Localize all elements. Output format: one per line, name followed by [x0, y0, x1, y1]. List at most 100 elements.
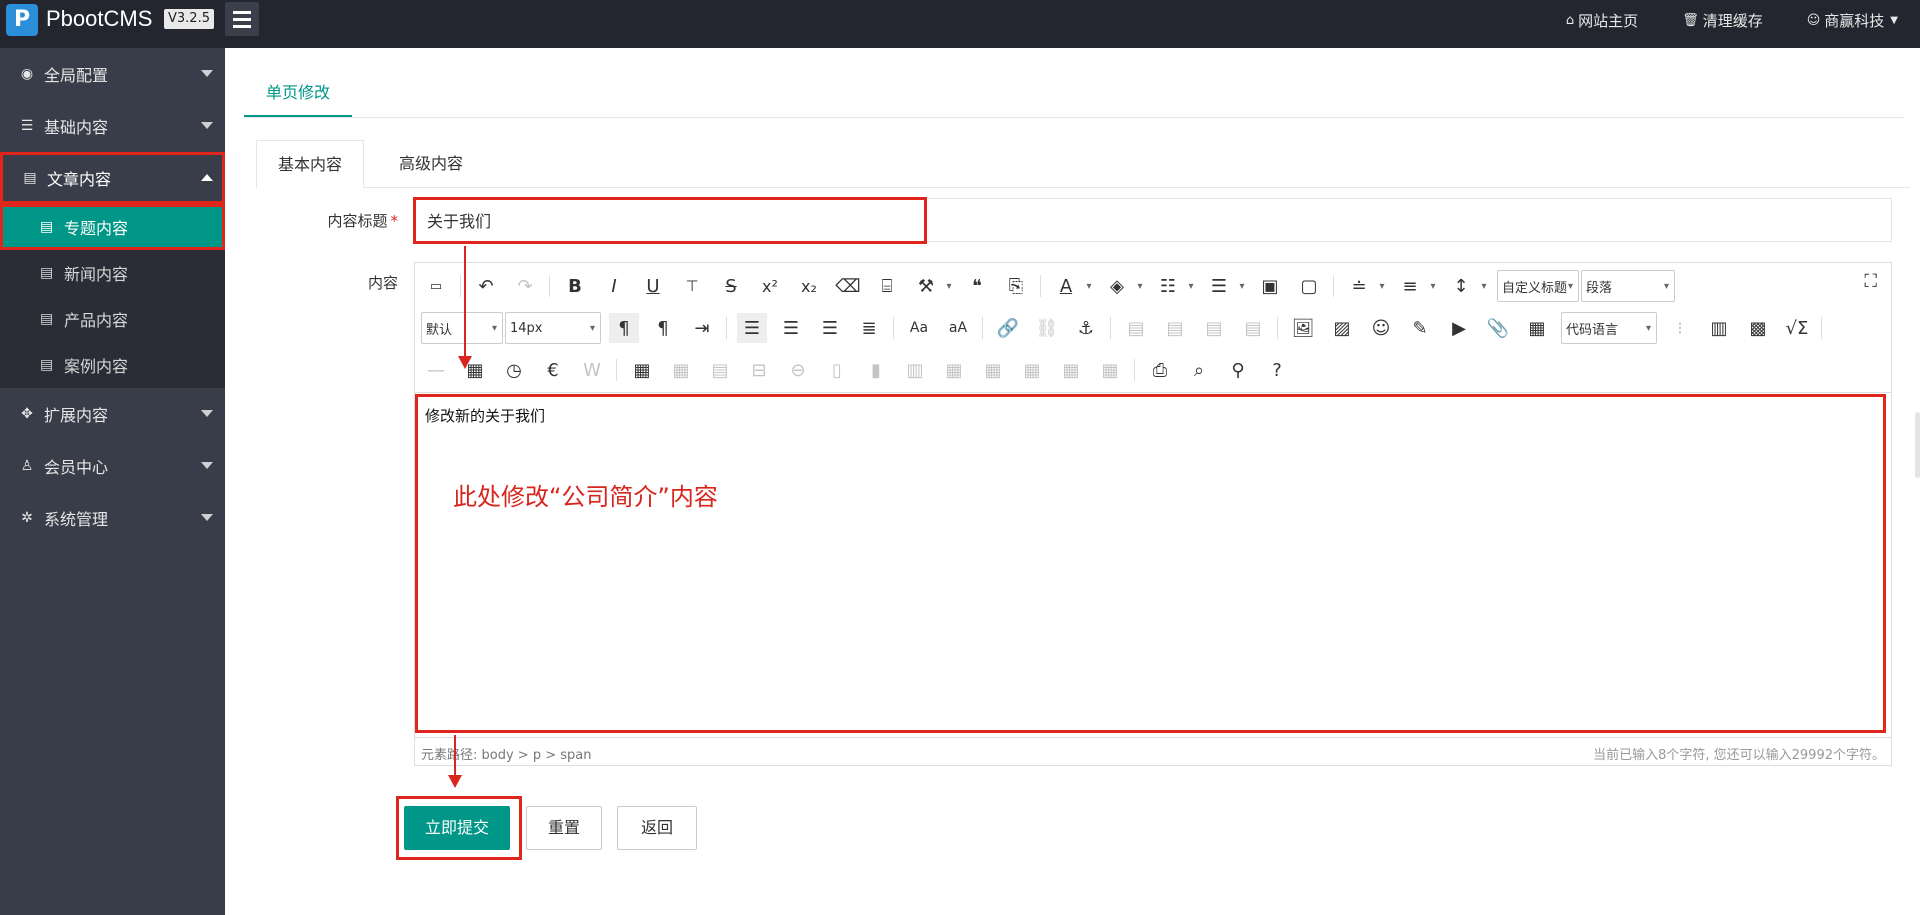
anchor-icon[interactable]: ⚓ — [1071, 313, 1101, 343]
image-none-icon[interactable]: ▤ — [1121, 313, 1151, 343]
image-center-icon[interactable]: ▤ — [1238, 313, 1268, 343]
sidebar-subitem-case[interactable]: ▤ 案例内容 — [0, 342, 225, 388]
site-home-link[interactable]: ⌂ 网站主页 — [1566, 10, 1638, 31]
chevron-down-icon[interactable]: ▾ — [1082, 271, 1096, 301]
split-cells-icon[interactable]: ▦ — [1017, 355, 1047, 385]
undo-icon[interactable]: ↶ — [471, 271, 501, 301]
indent-icon[interactable]: ⇥ — [687, 313, 717, 343]
chevron-down-icon[interactable]: ▾ — [1477, 271, 1491, 301]
insert-paragraph-icon[interactable]: ▤ — [705, 355, 735, 385]
strikethrough-icon[interactable]: S — [716, 271, 746, 301]
clear-doc-icon[interactable]: ▢ — [1294, 271, 1324, 301]
ordered-list-icon[interactable]: ☷ — [1153, 271, 1183, 301]
link-icon[interactable]: 🔗 — [993, 313, 1023, 343]
sidebar-item-global-config[interactable]: ◉ 全局配置 — [0, 48, 225, 100]
tab-advanced-content[interactable]: 高级内容 — [376, 140, 486, 188]
sidebar-item-article-content[interactable]: ▤ 文章内容 — [0, 152, 225, 204]
italic-icon[interactable]: I — [599, 271, 629, 301]
user-menu-link[interactable]: ☺ 商赢科技 ▼ — [1807, 10, 1902, 31]
reset-button[interactable]: 重置 — [526, 806, 602, 850]
sidebar-item-extend-content[interactable]: ✥ 扩展内容 — [0, 388, 225, 440]
time-icon[interactable]: ◷ — [499, 355, 529, 385]
back-button[interactable]: 返回 — [617, 806, 697, 850]
align-center-icon[interactable]: ☰ — [776, 313, 806, 343]
ltr-icon[interactable]: ¶ — [609, 313, 639, 343]
chevron-down-icon[interactable]: ▾ — [942, 271, 956, 301]
chevron-down-icon[interactable]: ▾ — [1375, 271, 1389, 301]
format-painter-icon[interactable]: ⌸ — [872, 271, 902, 301]
formula-icon[interactable]: √Σ — [1782, 313, 1812, 343]
border-text-icon[interactable]: ⊤ — [677, 271, 707, 301]
scrollbar-handle[interactable] — [1915, 412, 1920, 478]
to-uppercase-icon[interactable]: Aa — [904, 313, 934, 343]
scrawl-icon[interactable]: ✎ — [1405, 313, 1435, 343]
align-left-icon[interactable]: ☰ — [737, 313, 767, 343]
special-char-icon[interactable]: € — [538, 355, 568, 385]
insert-image-icon[interactable]: 🖼 — [1288, 313, 1318, 343]
sidebar-item-member-center[interactable]: ♙ 会员中心 — [0, 440, 225, 492]
insert-col-icon[interactable]: ▯ — [822, 355, 852, 385]
subscript-icon[interactable]: x₂ — [794, 271, 824, 301]
background-icon[interactable]: ▩ — [1743, 313, 1773, 343]
sidebar-item-basic-content[interactable]: ☰ 基础内容 — [0, 100, 225, 152]
image-left-icon[interactable]: ▤ — [1160, 313, 1190, 343]
tab-basic-content[interactable]: 基本内容 — [256, 140, 364, 188]
auto-format-icon[interactable]: ⚒ — [911, 271, 941, 301]
font-color-icon[interactable]: A — [1051, 271, 1081, 301]
preview-icon[interactable]: ⌕ — [1184, 355, 1214, 385]
attachment-icon[interactable]: 📎 — [1483, 313, 1513, 343]
insert-row-icon[interactable]: ⊟ — [744, 355, 774, 385]
font-size-select[interactable]: 14px ▾ — [505, 312, 601, 344]
insert-video-icon[interactable]: ▶ — [1444, 313, 1474, 343]
sidebar-item-system-management[interactable]: ✲ 系统管理 — [0, 492, 225, 544]
chevron-down-icon[interactable]: ▾ — [1184, 271, 1198, 301]
eraser-icon[interactable]: ⌫ — [833, 271, 863, 301]
line-height-icon[interactable]: ↕ — [1446, 271, 1476, 301]
paste-plain-icon[interactable]: ⎘ — [1001, 271, 1031, 301]
rtl-icon[interactable]: ¶ — [648, 313, 678, 343]
select-all-icon[interactable]: ▣ — [1255, 271, 1285, 301]
delete-col-icon[interactable]: ▮ — [861, 355, 891, 385]
unordered-list-icon[interactable]: ☰ — [1204, 271, 1234, 301]
clear-cache-link[interactable]: 🗑 清理缓存 — [1682, 10, 1763, 31]
submit-button[interactable]: 立即提交 — [404, 806, 510, 850]
split-rows-icon[interactable]: ▦ — [1056, 355, 1086, 385]
to-lowercase-icon[interactable]: aA — [943, 313, 973, 343]
sidebar-subitem-news[interactable]: ▤ 新闻内容 — [0, 250, 225, 296]
fullscreen-icon[interactable]: ⛶ — [1864, 271, 1877, 292]
redo-icon[interactable]: ↷ — [510, 271, 540, 301]
word-import-icon[interactable]: W — [577, 355, 607, 385]
blockquote-icon[interactable]: ❝ — [962, 271, 992, 301]
merge-cells-icon[interactable]: ▥ — [900, 355, 930, 385]
row-spacing-bottom-icon[interactable]: ≡ — [1395, 271, 1425, 301]
image-right-icon[interactable]: ▤ — [1199, 313, 1229, 343]
print-icon[interactable]: ⎙ — [1145, 355, 1175, 385]
multi-image-icon[interactable]: ▨ — [1327, 313, 1357, 343]
pbootcms-logo-icon[interactable]: P — [6, 4, 38, 36]
merge-right-icon[interactable]: ▦ — [939, 355, 969, 385]
row-spacing-top-icon[interactable]: ≐ — [1344, 271, 1374, 301]
chevron-down-icon[interactable]: ▾ — [1133, 271, 1147, 301]
paragraph-format-select[interactable]: 段落 ▾ — [1581, 270, 1675, 302]
insert-table-icon[interactable]: ▦ — [627, 355, 657, 385]
merge-down-icon[interactable]: ▦ — [978, 355, 1008, 385]
editor-content-text[interactable]: 修改新的关于我们 — [425, 405, 545, 426]
underline-icon[interactable]: U — [638, 271, 668, 301]
delete-row-icon[interactable]: ⊖ — [783, 355, 813, 385]
source-code-icon[interactable]: ▭ — [421, 271, 451, 301]
chevron-down-icon[interactable]: ▾ — [1235, 271, 1249, 301]
custom-title-select[interactable]: 自定义标题 ▾ — [1497, 270, 1579, 302]
page-break-icon[interactable]: ⁝ — [1665, 313, 1695, 343]
editor-content-area[interactable]: 修改新的关于我们 此处修改“公司简介”内容 — [415, 393, 1891, 737]
align-justify-icon[interactable]: ≣ — [854, 313, 884, 343]
code-language-select[interactable]: 代码语言 ▾ — [1561, 312, 1657, 344]
tab-page-edit[interactable]: 单页修改 — [244, 70, 352, 118]
split-cols-icon[interactable]: ▦ — [1095, 355, 1125, 385]
search-replace-icon[interactable]: ⚲ — [1223, 355, 1253, 385]
title-input[interactable] — [415, 199, 1891, 241]
background-color-icon[interactable]: ◈ — [1102, 271, 1132, 301]
emotion-icon[interactable]: ☺ — [1366, 313, 1396, 343]
bold-icon[interactable]: B — [560, 271, 590, 301]
superscript-icon[interactable]: x² — [755, 271, 785, 301]
font-family-select[interactable]: 默认 ▾ — [421, 312, 503, 344]
